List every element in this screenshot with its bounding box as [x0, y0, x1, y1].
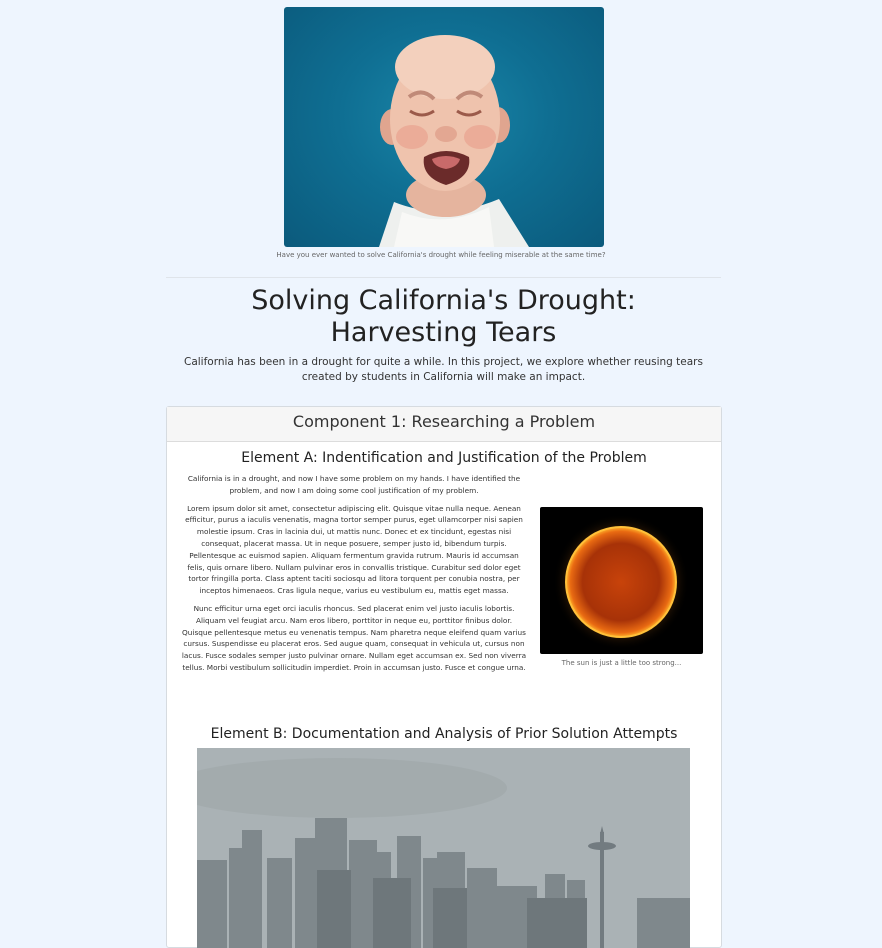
sun-illustration [553, 514, 689, 650]
hero-caption: Have you ever wanted to solve California… [276, 251, 606, 259]
page-title-line1: Solving California's Drought: [251, 285, 636, 316]
crying-baby-image [284, 7, 604, 247]
element-b-heading: Element B: Documentation and Analysis of… [210, 726, 678, 742]
element-a-text: California is in a drought, and now I ha… [181, 473, 527, 680]
element-a-heading: Element A: Indentification and Justifica… [241, 450, 647, 466]
component-1-heading: Component 1: Researching a Problem [167, 407, 721, 442]
element-a-intro: California is in a drought, and now I ha… [187, 474, 521, 495]
page-title: Solving California's Drought: Harvesting… [166, 285, 721, 349]
crying-baby-illustration [379, 35, 529, 247]
sun-image [540, 507, 703, 654]
divider [166, 277, 721, 278]
page-title-line2: Harvesting Tears [330, 317, 557, 348]
sun-image-caption: The sun is just a little too strong... [561, 659, 682, 667]
city-skyline-illustration [197, 748, 690, 948]
component-1-panel: Component 1: Researching a Problem Eleme… [166, 406, 722, 948]
element-a-paragraph-2: Nunc efficitur urna eget orci iaculis rh… [181, 603, 527, 672]
element-a-paragraph-1: Lorem ipsum dolor sit amet, consectetur … [185, 503, 523, 596]
page-lead: California has been in a drought for qui… [184, 356, 703, 383]
rainy-city-skyline-image [197, 748, 690, 948]
